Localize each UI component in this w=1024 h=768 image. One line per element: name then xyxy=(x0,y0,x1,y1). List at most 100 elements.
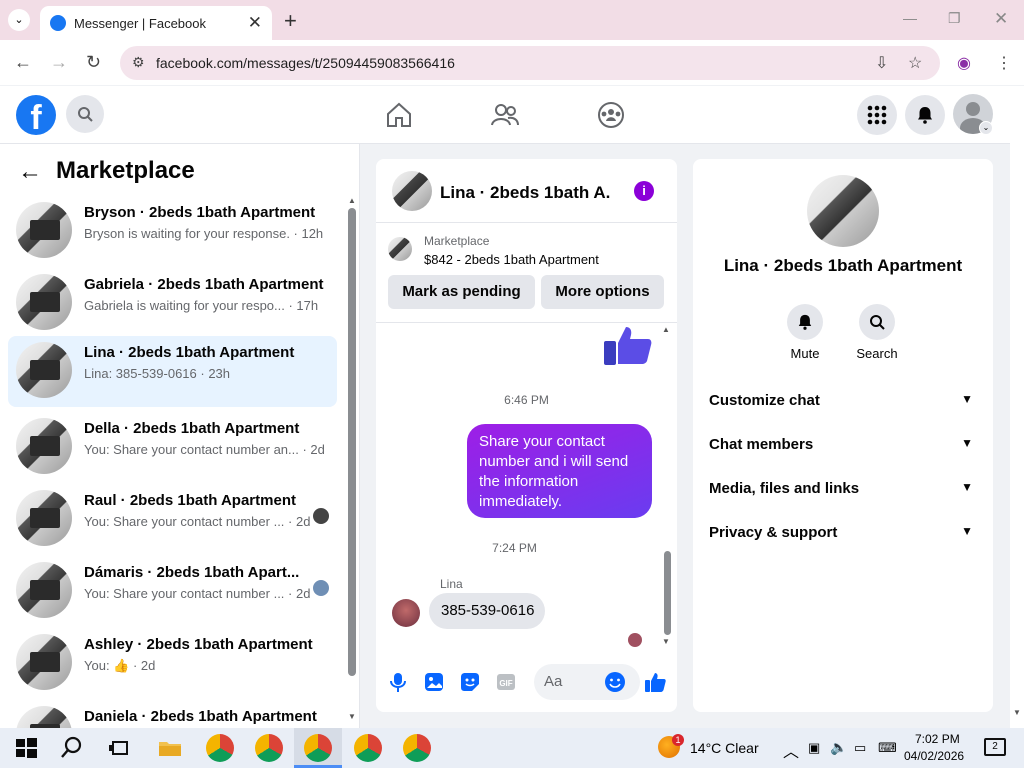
scrollbar-thumb[interactable] xyxy=(348,208,356,676)
conversation-item[interactable]: Bryson · 2beds 1bath Apartment Bryson is… xyxy=(8,196,337,264)
more-options-button[interactable]: More options xyxy=(541,275,664,309)
scroll-down-arrow-icon[interactable]: ▼ xyxy=(1013,708,1021,717)
conversation-name: Dámaris · 2beds 1bath Apart... xyxy=(84,564,300,581)
conversation-item[interactable]: Gabriela · 2beds 1bath Apartment Gabriel… xyxy=(8,268,337,336)
sticker-icon[interactable] xyxy=(459,671,481,693)
seen-avatar xyxy=(628,633,642,647)
conversation-snippet: You: Share your contact number ... · 2d xyxy=(84,586,311,601)
conversation-snippet: You: Share your contact number an... · 2… xyxy=(84,442,325,457)
bell-icon xyxy=(798,314,812,330)
new-tab-icon[interactable]: + xyxy=(284,8,297,34)
search-button[interactable] xyxy=(66,95,104,133)
chat-scrollbar[interactable]: ▲ ▼ xyxy=(662,325,672,647)
photo-icon[interactable] xyxy=(423,671,445,693)
menu-button[interactable] xyxy=(857,95,897,135)
close-tab-icon[interactable]: ✕ xyxy=(248,13,262,33)
conversation-item[interactable]: Dámaris · 2beds 1bath Apart... You: Shar… xyxy=(8,556,337,624)
conversation-snippet: You: Share your contact number ... · 2d xyxy=(84,514,311,529)
windows-taskbar: 1 14°C Clear ︿ ▣ 🔈 ▭ ⌨ 7:02 PM 04/02/202… xyxy=(0,728,1024,768)
scroll-up-arrow-icon[interactable]: ▲ xyxy=(662,325,670,334)
close-window-icon[interactable]: ✕ xyxy=(994,9,1008,29)
notification-center-icon[interactable]: 2 xyxy=(984,738,1006,756)
microphone-icon[interactable] xyxy=(387,671,409,693)
conversation-item[interactable]: Della · 2beds 1bath Apartment You: Share… xyxy=(8,412,337,480)
conversation-item[interactable]: Daniela · 2beds 1bath Apartment xyxy=(8,700,337,728)
reload-icon[interactable]: ↻ xyxy=(86,52,101,73)
sender-name: Lina xyxy=(440,577,463,591)
network-icon[interactable]: ▭ xyxy=(854,740,866,756)
file-explorer-icon[interactable] xyxy=(156,734,184,762)
conversation-item[interactable]: Raul · 2beds 1bath Apartment You: Share … xyxy=(8,484,337,552)
address-bar[interactable]: ⚙ facebook.com/messages/t/25094459083566… xyxy=(120,46,940,80)
chrome-profile-icon[interactable] xyxy=(255,734,283,762)
mute-label: Mute xyxy=(790,346,820,361)
conversation-item-active[interactable]: Lina · 2beds 1bath Apartment Lina: 385-5… xyxy=(8,336,337,407)
facebook-logo[interactable]: f xyxy=(16,95,56,135)
chat-title[interactable]: Lina · 2beds 1bath A... xyxy=(440,183,610,203)
privacy-support-section[interactable]: Privacy & support ▼ xyxy=(709,524,977,541)
bookmark-star-icon[interactable]: ☆ xyxy=(908,53,922,73)
friends-icon[interactable] xyxy=(490,100,520,130)
customize-chat-section[interactable]: Customize chat ▼ xyxy=(709,392,977,409)
volume-icon[interactable]: 🔈 xyxy=(830,739,847,756)
minimize-icon[interactable]: — xyxy=(903,10,917,26)
chrome-profile-icon[interactable] xyxy=(403,734,431,762)
media-files-links-section[interactable]: Media, files and links ▼ xyxy=(709,480,977,497)
scrollbar-thumb[interactable] xyxy=(664,551,671,635)
scroll-down-arrow-icon[interactable]: ▼ xyxy=(662,637,670,646)
tab-search-chevron-icon[interactable]: ⌄ xyxy=(8,9,30,31)
account-chevron-down-icon[interactable]: ⌄ xyxy=(979,121,993,135)
emoji-icon[interactable] xyxy=(604,671,626,693)
back-icon[interactable]: ← xyxy=(14,52,32,73)
info-icon[interactable]: i xyxy=(634,181,654,201)
forward-icon[interactable]: → xyxy=(50,52,68,73)
chrome-profile-icon[interactable] xyxy=(206,734,234,762)
scroll-down-arrow-icon[interactable]: ▼ xyxy=(348,712,356,721)
browser-tab-strip: ⌄ Messenger | Facebook ✕ + — ❐ ✕ xyxy=(0,0,1024,40)
browser-menu-icon[interactable]: ⋮ xyxy=(996,53,1012,73)
task-view-icon[interactable] xyxy=(106,734,134,762)
chrome-profile-icon[interactable] xyxy=(354,734,382,762)
sidebar-scrollbar[interactable]: ▲ ▼ xyxy=(348,196,356,721)
notifications-button[interactable] xyxy=(905,95,945,135)
mute-button[interactable]: Mute xyxy=(775,304,835,361)
weather-text[interactable]: 14°C Clear xyxy=(690,740,759,756)
conversation-item[interactable]: Ashley · 2beds 1bath Apartment You: 👍 · … xyxy=(8,628,337,696)
outgoing-message-bubble[interactable]: Share your contact number and i will sen… xyxy=(467,424,652,518)
search-icon[interactable] xyxy=(58,734,86,762)
show-hidden-icons-chevron-icon[interactable]: ︿ xyxy=(783,738,799,762)
chevron-down-icon: ▼ xyxy=(961,436,973,450)
thumbs-up-icon[interactable] xyxy=(644,671,666,693)
restore-icon[interactable]: ❐ xyxy=(948,10,961,27)
conversation-title: Lina · 2beds 1bath Apartment xyxy=(723,256,963,275)
svg-text:GIF: GIF xyxy=(499,679,512,688)
marketplace-label: Marketplace xyxy=(424,234,490,248)
profile-icon[interactable]: ◉ xyxy=(957,53,971,73)
listing-thumbnail xyxy=(16,490,72,546)
back-arrow-icon[interactable]: ← xyxy=(18,158,42,186)
gif-icon[interactable]: GIF xyxy=(495,671,517,693)
windows-start-icon[interactable] xyxy=(12,734,40,762)
incoming-message-bubble[interactable]: 385-539-0616 xyxy=(429,593,545,629)
thumbs-up-sticker-icon xyxy=(604,327,652,365)
chat-members-section[interactable]: Chat members ▼ xyxy=(709,436,977,453)
site-info-icon[interactable]: ⚙ xyxy=(132,54,145,71)
keyboard-icon[interactable]: ⌨ xyxy=(878,740,897,756)
page-scrollbar[interactable]: ▼ xyxy=(1010,86,1024,728)
groups-icon[interactable] xyxy=(596,100,626,130)
notification-count: 2 xyxy=(992,741,998,752)
scroll-up-arrow-icon[interactable]: ▲ xyxy=(348,196,356,205)
mark-as-pending-button[interactable]: Mark as pending xyxy=(388,275,535,309)
home-icon[interactable] xyxy=(384,100,414,130)
timestamp: 6:46 PM xyxy=(504,393,549,407)
clock-time[interactable]: 7:02 PM xyxy=(915,732,960,746)
meet-now-icon[interactable]: ▣ xyxy=(808,740,820,756)
section-label: Customize chat xyxy=(709,392,820,409)
browser-tab[interactable]: Messenger | Facebook ✕ xyxy=(40,6,272,40)
chrome-active-icon[interactable] xyxy=(304,734,332,762)
install-app-icon[interactable]: ⇩ xyxy=(875,53,888,73)
search-conversation-button[interactable]: Search xyxy=(847,304,907,361)
clock-date[interactable]: 04/02/2026 xyxy=(904,749,964,763)
listing-price-title[interactable]: $842 - 2beds 1bath Apartment xyxy=(424,252,599,267)
chat-avatar[interactable] xyxy=(392,171,432,211)
